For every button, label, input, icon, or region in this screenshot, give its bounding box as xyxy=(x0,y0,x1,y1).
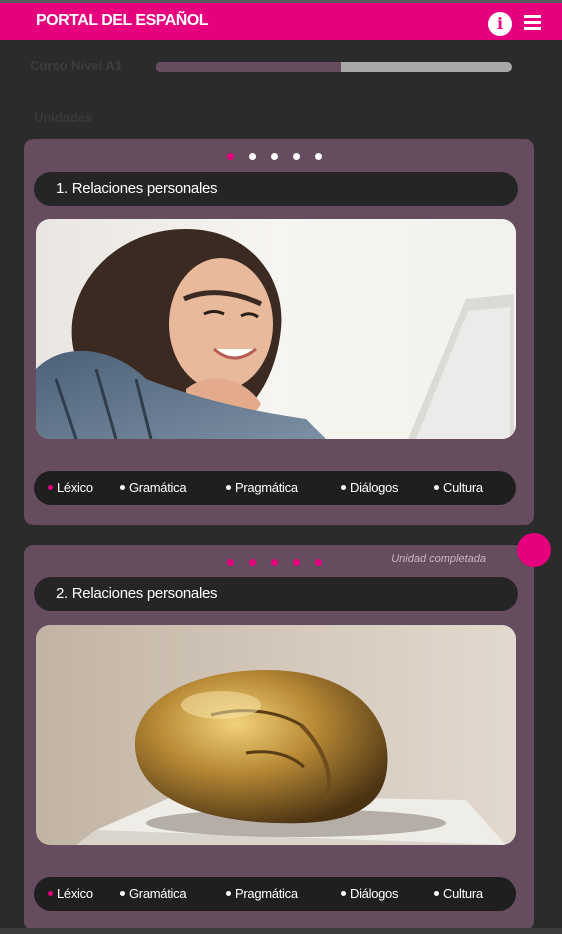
bullet-icon xyxy=(120,485,125,491)
course-progress-row: Curso Nivel A1 xyxy=(30,56,520,78)
bullet-icon xyxy=(48,891,53,897)
course-progress-bar xyxy=(156,62,512,72)
topic-label: Gramática xyxy=(129,480,187,495)
topic-dialogos[interactable]: Diálogos xyxy=(341,480,398,495)
topic-gramatica[interactable]: Gramática xyxy=(120,886,187,901)
unit-1-topics-bar: Léxico Gramática Pragmática Diálogos Cul… xyxy=(34,471,516,505)
topic-pragmatica[interactable]: Pragmática xyxy=(226,886,298,901)
bottom-edge xyxy=(0,928,562,934)
unit-1-title: 1. Relaciones personales xyxy=(56,180,218,197)
units-section-title: Unidades xyxy=(34,110,93,125)
pagination-dot[interactable] xyxy=(271,153,278,160)
topic-label: Pragmática xyxy=(235,886,298,901)
top-bar: PORTAL DEL ESPAÑOL i xyxy=(0,0,562,40)
bullet-icon xyxy=(226,891,231,897)
unit-completed-label: Unidad completada xyxy=(391,553,486,565)
bullet-icon xyxy=(120,891,125,897)
topic-lexico[interactable]: Léxico xyxy=(48,480,93,495)
topic-label: Diálogos xyxy=(350,480,399,495)
topic-dialogos[interactable]: Diálogos xyxy=(341,886,398,901)
topic-cultura[interactable]: Cultura xyxy=(434,480,483,495)
topic-lexico[interactable]: Léxico xyxy=(48,886,93,901)
unit-1-title-bar[interactable]: 1. Relaciones personales xyxy=(34,172,518,206)
pagination-dot[interactable] xyxy=(293,153,300,160)
course-label: Curso Nivel A1 xyxy=(30,58,122,73)
pagination-dot[interactable] xyxy=(315,559,322,566)
topic-label: Cultura xyxy=(443,480,483,495)
unit-card-2: Unidad completada 2. Relaciones personal… xyxy=(24,545,534,930)
pagination-dot[interactable] xyxy=(271,559,278,566)
topic-pragmatica[interactable]: Pragmática xyxy=(226,480,298,495)
topic-label: Gramática xyxy=(129,886,187,901)
pagination-dot[interactable] xyxy=(227,153,234,160)
unit-card-1: 1. Relaciones personales Léxico Gramátic… xyxy=(24,139,534,525)
unit-completed-status-indicator xyxy=(517,533,551,567)
unit-1-pagination-dots xyxy=(227,153,322,161)
pagination-dot[interactable] xyxy=(249,153,256,160)
bronze-sculpture-photo[interactable] xyxy=(36,625,516,845)
topic-label: Léxico xyxy=(57,480,93,495)
topic-label: Cultura xyxy=(443,886,483,901)
pagination-dot[interactable] xyxy=(249,559,256,566)
bullet-icon xyxy=(341,891,346,897)
pagination-dot[interactable] xyxy=(315,153,322,160)
woman-laptop-photo[interactable] xyxy=(36,219,516,439)
course-progress-fill xyxy=(156,62,342,72)
bullet-icon xyxy=(226,485,231,491)
bullet-icon xyxy=(434,891,439,897)
topic-cultura[interactable]: Cultura xyxy=(434,886,483,901)
topic-label: Léxico xyxy=(57,886,93,901)
unit-2-topics-bar: Léxico Gramática Pragmática Diálogos Cul… xyxy=(34,877,516,911)
topic-gramatica[interactable]: Gramática xyxy=(120,480,187,495)
pagination-dot[interactable] xyxy=(227,559,234,566)
topic-label: Diálogos xyxy=(350,886,399,901)
topic-label: Pragmática xyxy=(235,480,298,495)
unit-2-title: 2. Relaciones personales xyxy=(56,585,218,602)
brand-title: PORTAL DEL ESPAÑOL xyxy=(36,12,209,29)
bullet-icon xyxy=(434,485,439,491)
bullet-icon xyxy=(48,485,53,491)
unit-2-title-bar[interactable]: 2. Relaciones personales xyxy=(34,577,518,611)
bullet-icon xyxy=(341,485,346,491)
unit-2-pagination-dots xyxy=(227,559,322,567)
info-icon[interactable]: i xyxy=(488,12,512,36)
pagination-dot[interactable] xyxy=(293,559,300,566)
hamburger-menu-icon[interactable] xyxy=(524,13,544,33)
